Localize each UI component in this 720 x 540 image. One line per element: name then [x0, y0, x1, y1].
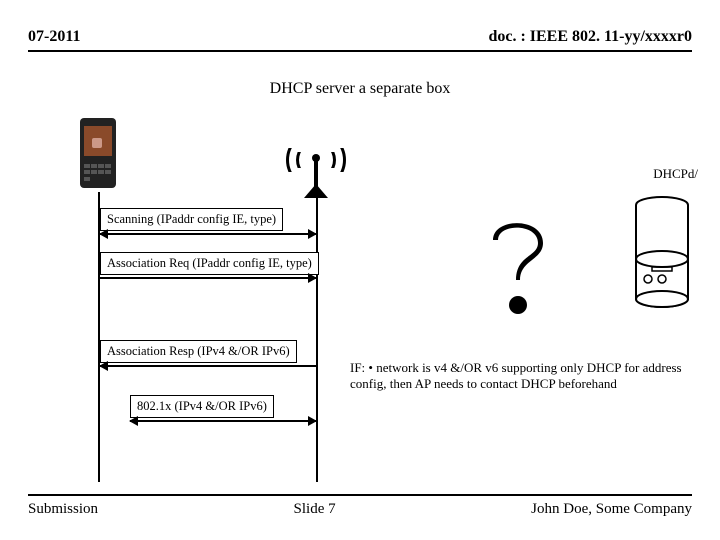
- question-mark-icon: [468, 205, 568, 325]
- footer-author: John Doe, Some Company: [531, 501, 692, 518]
- footer-slide-number: Slide 7: [294, 501, 336, 518]
- msg-scanning-label: Scanning (IPaddr config IE, type): [100, 208, 283, 231]
- header-date: 07-2011: [28, 28, 80, 46]
- footer-left: Submission: [28, 501, 98, 518]
- header-doc-id: doc. : IEEE 802. 11-yy/xxxxr0: [488, 28, 692, 46]
- wifi-ap-icon: [276, 130, 356, 190]
- slide-footer: Submission Slide 7 John Doe, Some Compan…: [28, 501, 692, 518]
- phone-icon: [80, 118, 116, 188]
- condition-note: IF: • network is v4 &/OR v6 supporting o…: [350, 360, 690, 391]
- slide-header: 07-2011 doc. : IEEE 802. 11-yy/xxxxr0: [28, 28, 692, 46]
- msg-assoc-req: Association Req (IPaddr config IE, type): [100, 252, 316, 279]
- msg-dot1x-label: 802.1x (IPv4 &/OR IPv6): [130, 395, 274, 418]
- msg-assoc-req-label: Association Req (IPaddr config IE, type): [100, 252, 319, 275]
- msg-assoc-resp: Association Resp (IPv4 &/OR IPv6): [100, 340, 316, 367]
- slide-title: DHCP server a separate box: [0, 80, 720, 98]
- dhcp-server-label: DHCPd/: [653, 167, 698, 181]
- header-rule: [28, 50, 692, 52]
- msg-scanning: Scanning (IPaddr config IE, type): [100, 208, 316, 235]
- footer-rule: [28, 494, 692, 496]
- msg-dot1x: 802.1x (IPv4 &/OR IPv6): [130, 395, 316, 422]
- server-icon: [632, 195, 692, 315]
- msg-assoc-resp-label: Association Resp (IPv4 &/OR IPv6): [100, 340, 297, 363]
